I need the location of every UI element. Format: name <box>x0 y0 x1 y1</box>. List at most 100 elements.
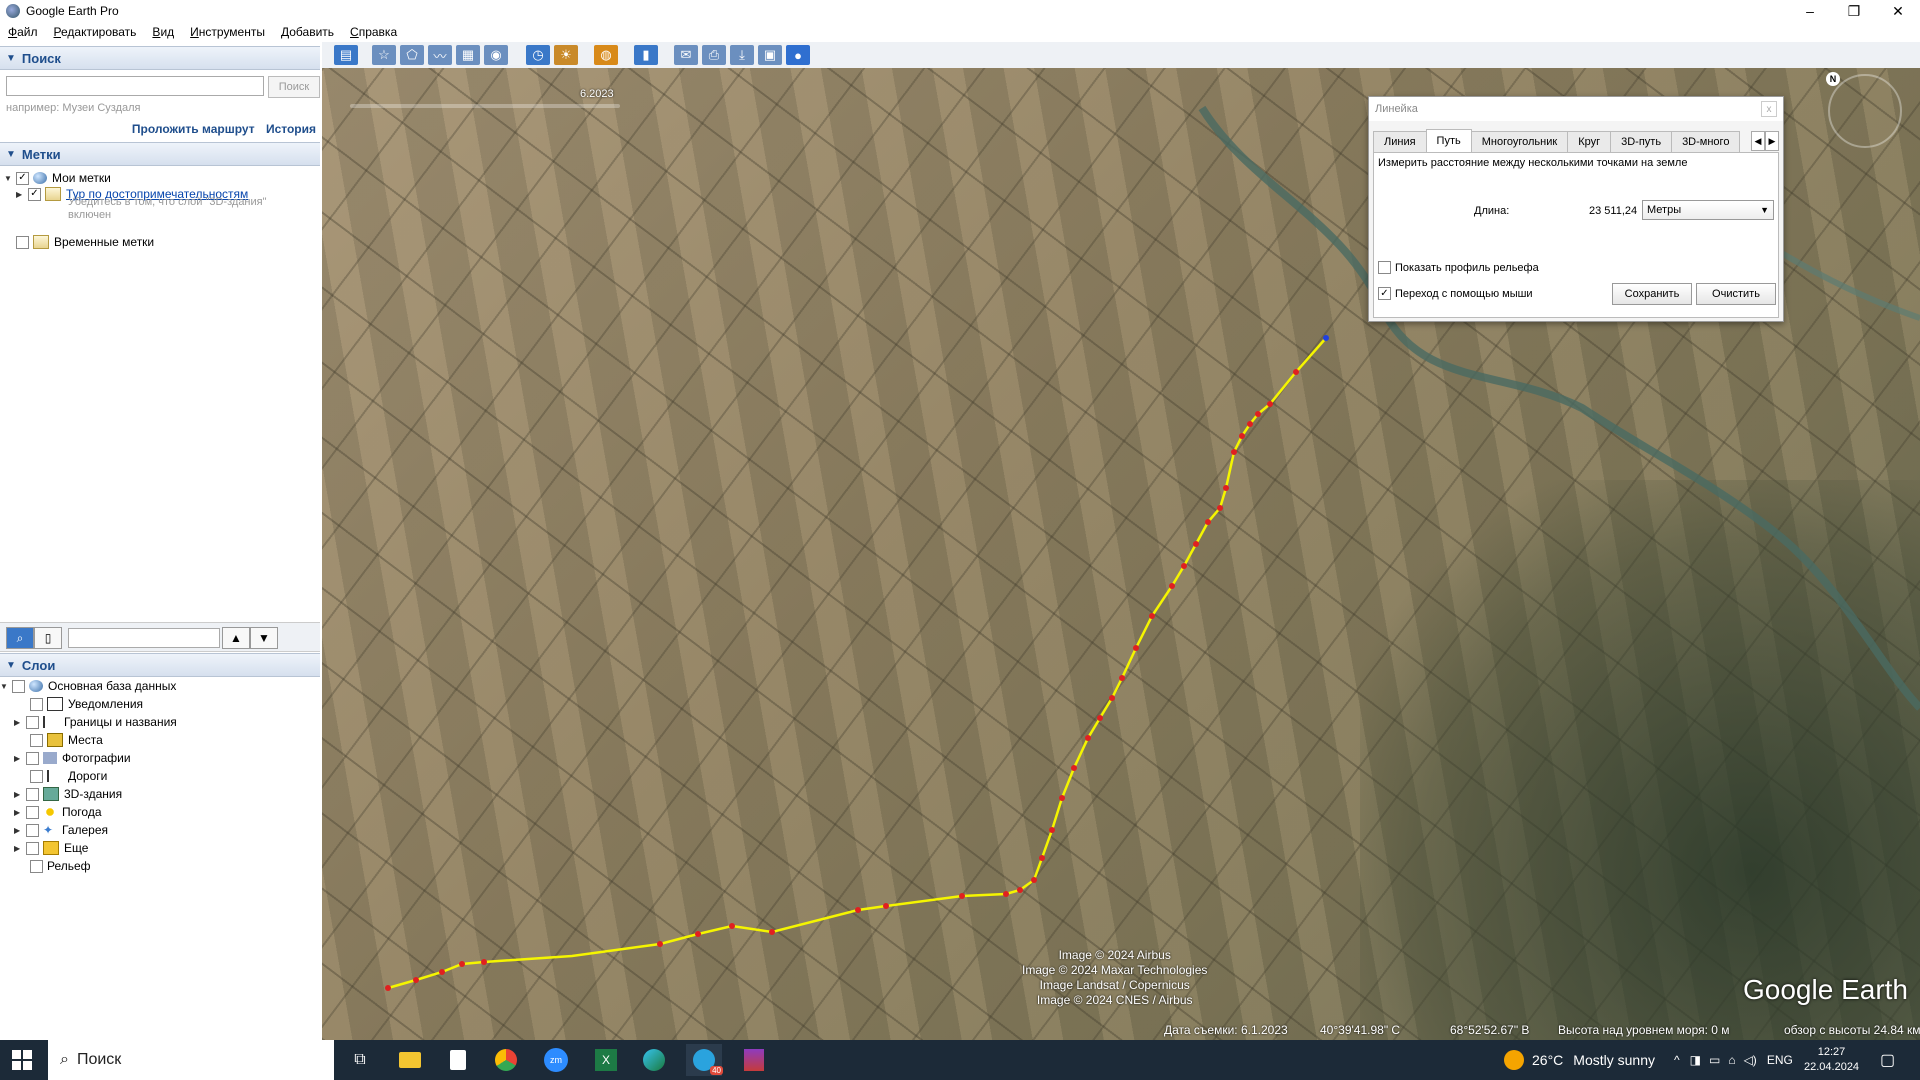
layers-panel-header[interactable]: ▼ Слои <box>0 653 320 677</box>
tab-circle[interactable]: Круг <box>1567 131 1612 152</box>
menu-add[interactable]: Добавить <box>273 25 342 39</box>
time-slider-track[interactable] <box>350 104 620 108</box>
checkbox-icon[interactable] <box>26 751 39 765</box>
search-button[interactable]: Поиск <box>268 76 320 98</box>
mouse-nav-option[interactable]: ✓ Переход с помощью мыши <box>1378 287 1533 300</box>
sidebar-toggle-icon[interactable]: ▤ <box>334 45 358 65</box>
add-placemark-icon[interactable]: ☆ <box>372 45 396 65</box>
taskbar-search[interactable]: ⌕ Поиск <box>48 1040 334 1080</box>
checkbox-icon[interactable] <box>12 679 25 693</box>
places-filter-input[interactable] <box>68 628 220 648</box>
layer-roads[interactable]: Дороги <box>30 768 107 784</box>
search-input[interactable] <box>6 76 264 96</box>
checkbox-icon[interactable] <box>1378 261 1391 274</box>
task-view-icon[interactable]: ⧉ <box>342 1044 378 1076</box>
checkbox-icon[interactable] <box>26 823 39 837</box>
checkbox-icon[interactable]: ✓ <box>1378 287 1391 300</box>
tree-item-my-places[interactable]: ▼ ✓ Мои метки <box>4 170 111 186</box>
expand-arrow-icon[interactable]: ▼ <box>4 174 14 183</box>
notifications-icon[interactable]: ▢ <box>1880 1040 1895 1080</box>
checkbox-icon[interactable] <box>30 697 43 711</box>
menu-help[interactable]: Справка <box>342 25 405 39</box>
checkbox-icon[interactable] <box>26 715 39 729</box>
earth-icon[interactable]: ● <box>786 45 810 65</box>
search-panel-header[interactable]: ▼ Поиск <box>0 46 320 70</box>
weather-widget[interactable]: 26°C Mostly sunny <box>1504 1040 1655 1080</box>
file-explorer-icon[interactable] <box>392 1044 428 1076</box>
units-select[interactable]: Метры ▼ <box>1642 200 1774 220</box>
menu-edit[interactable]: Редактировать <box>46 25 145 39</box>
add-polygon-icon[interactable]: ⬠ <box>400 45 424 65</box>
expand-arrow-icon[interactable]: ▶ <box>14 826 24 835</box>
checkbox-icon[interactable]: ✓ <box>28 187 41 201</box>
checkbox-icon[interactable] <box>30 733 43 747</box>
search-places-icon[interactable]: ⌕ <box>6 627 34 649</box>
layer-gallery[interactable]: ▶ ✦ Галерея <box>14 822 108 838</box>
menu-file[interactable]: Файл <box>0 25 46 39</box>
checkbox-icon[interactable] <box>30 859 43 873</box>
places-panel-header[interactable]: ▼ Метки <box>0 142 320 166</box>
menu-view[interactable]: Вид <box>144 25 182 39</box>
layer-primary-database[interactable]: ▼ Основная база данных <box>0 678 176 694</box>
expand-arrow-icon[interactable]: ▶ <box>14 718 24 727</box>
move-down-icon[interactable]: ▼ <box>250 627 278 649</box>
ruler-icon[interactable]: ▮ <box>634 45 658 65</box>
expand-arrow-icon[interactable]: ▶ <box>14 790 24 799</box>
layer-notifications[interactable]: Уведомления <box>30 696 143 712</box>
menu-tools[interactable]: Инструменты <box>182 25 273 39</box>
webcam-icon[interactable]: ◨ <box>1690 1053 1701 1067</box>
image-overlay-icon[interactable]: ▦ <box>456 45 480 65</box>
expand-arrow-icon[interactable]: ▶ <box>14 754 24 763</box>
checkbox-icon[interactable] <box>26 787 39 801</box>
maximize-button[interactable]: ❐ <box>1832 0 1876 22</box>
checkbox-icon[interactable]: ✓ <box>16 171 29 185</box>
network-icon[interactable]: ⌂ <box>1728 1053 1735 1067</box>
checkbox-icon[interactable] <box>30 769 43 783</box>
layer-more[interactable]: ▶ Еще <box>14 840 88 856</box>
layer-borders[interactable]: ▶ Границы и названия <box>14 714 177 730</box>
language-indicator[interactable]: ENG <box>1767 1053 1793 1067</box>
tab-scroll-right-icon[interactable]: ▶ <box>1765 131 1779 151</box>
tab-3d-path[interactable]: 3D-путь <box>1610 131 1673 152</box>
tab-polygon[interactable]: Многоугольник <box>1470 131 1569 152</box>
show-profile-option[interactable]: Показать профиль рельефа <box>1378 261 1539 274</box>
volume-icon[interactable]: ◁) <box>1744 1053 1757 1067</box>
tab-scroll-left-icon[interactable]: ◀ <box>1751 131 1765 151</box>
layer-places[interactable]: Места <box>30 732 103 748</box>
checkbox-icon[interactable] <box>26 805 39 819</box>
record-tour-icon[interactable]: ◉ <box>484 45 508 65</box>
history-link[interactable]: История <box>266 122 316 136</box>
chrome-icon[interactable] <box>488 1044 524 1076</box>
minimize-button[interactable]: – <box>1788 0 1832 22</box>
save-button[interactable]: Сохранить <box>1612 283 1692 305</box>
historical-imagery-icon[interactable]: ◷ <box>526 45 550 65</box>
email-icon[interactable]: ✉ <box>674 45 698 65</box>
expand-arrow-icon[interactable]: ▶ <box>14 844 24 853</box>
north-icon[interactable]: N <box>1826 72 1840 86</box>
navigation-compass[interactable]: N <box>1826 72 1902 148</box>
layer-weather[interactable]: ▶ Погода <box>14 804 102 820</box>
print-icon[interactable]: ⎙ <box>702 45 726 65</box>
tab-line[interactable]: Линия <box>1373 131 1427 152</box>
route-link[interactable]: Проложить маршрут <box>132 122 255 136</box>
layer-photos[interactable]: ▶ Фотографии <box>14 750 131 766</box>
checkbox-icon[interactable] <box>16 235 29 249</box>
save-image-icon[interactable]: ⤓ <box>730 45 754 65</box>
view-in-maps-icon[interactable]: ▣ <box>758 45 782 65</box>
planets-icon[interactable]: ◍ <box>594 45 618 65</box>
close-icon[interactable]: x <box>1761 101 1777 117</box>
layer-3d-buildings[interactable]: ▶ 3D-здания <box>14 786 122 802</box>
layer-terrain[interactable]: Рельеф <box>30 858 91 874</box>
time-slider[interactable]: 6.2023 <box>350 88 620 116</box>
excel-icon[interactable]: X <box>588 1044 624 1076</box>
windows-start-icon[interactable] <box>12 1050 32 1070</box>
checkbox-icon[interactable] <box>26 841 39 855</box>
notepad-icon[interactable] <box>440 1044 476 1076</box>
clock[interactable]: 12:27 22.04.2024 <box>1804 1040 1859 1080</box>
add-path-icon[interactable]: 〰 <box>428 45 452 65</box>
expand-arrow-icon[interactable]: ▶ <box>16 190 26 199</box>
close-button[interactable]: ✕ <box>1876 0 1920 22</box>
telegram-icon[interactable]: 40 <box>686 1044 723 1076</box>
panel-toggle-icon[interactable]: ▯ <box>34 627 62 649</box>
edge-icon[interactable] <box>636 1044 672 1076</box>
